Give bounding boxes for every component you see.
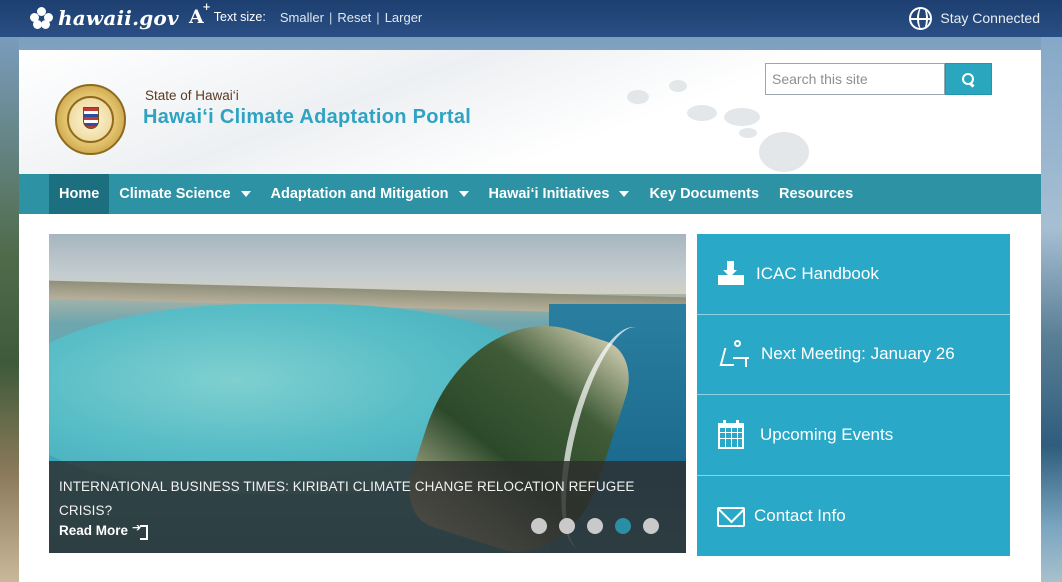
carousel-dot-3[interactable] (587, 518, 603, 534)
caret-down-icon (619, 191, 630, 197)
sign-in-icon (132, 521, 149, 540)
read-more-link[interactable]: Read More (59, 521, 149, 540)
text-size-separator: | (328, 9, 333, 25)
search-input[interactable] (765, 63, 945, 95)
carousel-dot-5[interactable] (643, 518, 659, 534)
hibiscus-icon (30, 7, 53, 29)
carousel-dot-2[interactable] (559, 518, 575, 534)
stay-connected-label: Stay Connected (940, 10, 1040, 26)
globe-icon (909, 6, 933, 30)
top-bar: hawaii.gov A + Text size: Smaller | Reset… (0, 0, 1062, 37)
state-seal-logo[interactable] (55, 84, 126, 155)
envelope-icon (716, 501, 746, 531)
state-label: State of Hawai‘i (145, 88, 239, 103)
caret-down-icon (240, 191, 251, 197)
quick-link-icac-handbook[interactable]: ICAC Handbook (697, 234, 1010, 315)
calendar-icon (716, 419, 746, 450)
quick-link-label: Next Meeting: January 26 (761, 344, 955, 364)
text-reset-link[interactable]: Reset (337, 10, 371, 25)
text-size-controls: A + Text size: Smaller | Reset | Larger (189, 2, 423, 29)
nav-item-key-documents[interactable]: Key Documents (639, 174, 769, 214)
quick-link-label: Upcoming Events (760, 424, 894, 444)
nav-item-adaptation-and-mitigation[interactable]: Adaptation and Mitigation (261, 174, 479, 214)
text-smaller-link[interactable]: Smaller (280, 10, 324, 25)
text-size-icon: A + (189, 2, 211, 28)
quick-link-label: Contact Info (754, 505, 846, 525)
hawaii-gov-logo[interactable]: hawaii.gov (30, 4, 179, 32)
carousel-dot-1[interactable] (531, 518, 547, 534)
nav-item-home[interactable]: Home (49, 174, 110, 214)
logo-text: hawaii.gov (58, 6, 179, 30)
quick-link-next-meeting[interactable]: Next Meeting: January 26 (697, 314, 1010, 395)
main-panel: State of Hawai‘i Hawai‘i Climate Adaptat… (19, 50, 1041, 582)
nav-item-climate-science[interactable]: Climate Science (109, 174, 260, 214)
main-nav: Home Climate Science Adaptation and Miti… (19, 174, 1041, 214)
site-title[interactable]: Hawai‘i Climate Adaptation Portal (143, 106, 471, 129)
quick-links: ICAC Handbook Next Meeting: January 26 U… (697, 234, 1010, 556)
quick-link-label: ICAC Handbook (756, 263, 879, 283)
quick-link-upcoming-events[interactable]: Upcoming Events (697, 395, 1010, 476)
quick-link-contact-info[interactable]: Contact Info (697, 475, 1010, 556)
background-scenery-right (1041, 37, 1062, 582)
slide-caption: INTERNATIONAL BUSINESS TIMES: KIRIBATI C… (49, 461, 686, 553)
nav-item-hawaii-initiatives[interactable]: Hawai‘i Initiatives (479, 174, 640, 214)
download-icon (716, 259, 746, 289)
nav-item-resources[interactable]: Resources (769, 174, 863, 214)
meeting-icon (719, 339, 749, 369)
stay-connected-link[interactable]: Stay Connected (909, 4, 1040, 32)
carousel-dot-4[interactable] (615, 518, 631, 534)
search-button[interactable] (945, 63, 992, 95)
text-larger-link[interactable]: Larger (385, 10, 423, 25)
slide-headline[interactable]: INTERNATIONAL BUSINESS TIMES: KIRIBATI C… (59, 475, 679, 523)
caret-down-icon (458, 191, 469, 197)
search-icon (962, 72, 975, 86)
text-size-separator: | (376, 9, 380, 25)
featured-carousel: INTERNATIONAL BUSINESS TIMES: KIRIBATI C… (49, 234, 686, 553)
carousel-indicators (531, 518, 659, 534)
search-form (765, 63, 992, 95)
background-scenery-left (0, 37, 19, 582)
text-size-label: Text size: (213, 10, 266, 24)
